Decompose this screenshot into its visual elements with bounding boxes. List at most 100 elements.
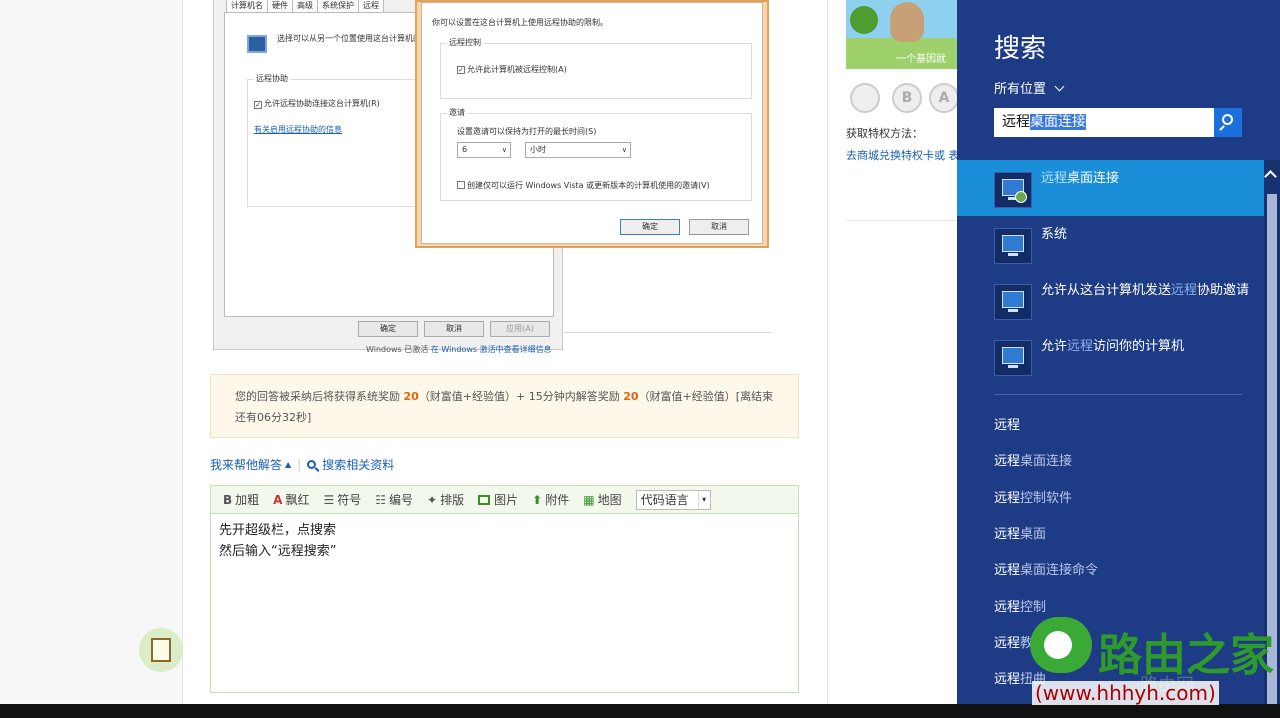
attach-label: 附件 <box>545 493 570 507</box>
answer-link[interactable]: 我来帮他解答 <box>210 456 282 473</box>
notice-text-3: （财富值+经验值）[离结束 <box>638 390 774 403</box>
shot-ok-button: 确定 <box>358 321 418 337</box>
allow-ra-row: ✓ 允许远程协助连接这台计算机(R) <box>254 98 380 109</box>
promo-banner[interactable]: 一个基因就 <box>846 0 958 69</box>
scroll-up-icon[interactable] <box>1264 170 1277 183</box>
numbered-list-icon: ☷ <box>375 492 387 507</box>
search-scope-dropdown[interactable]: 所有位置 <box>994 78 1065 97</box>
divider <box>994 394 1242 395</box>
checkmark-icon: ✓ <box>254 101 262 109</box>
duration-number-value: 6 <box>462 145 468 154</box>
result-allow-send-invite[interactable]: 允许从这台计算机发送远程协助邀请 <box>957 272 1264 328</box>
magic-wand-icon: ✦ <box>427 492 438 507</box>
remote-control-title: 远程控制 <box>447 37 483 48</box>
activation-caption: Windows 已激活 在 Windows 激活中查看详细信息 <box>366 344 552 355</box>
result-system[interactable]: 系统 <box>957 216 1264 272</box>
red-text-button[interactable]: A 飘红 <box>273 491 309 508</box>
search-icon <box>1222 114 1233 125</box>
computer-icon <box>247 35 267 53</box>
suggestion-item[interactable]: 远程控制软件 <box>994 487 1072 506</box>
caret-up-icon[interactable]: ▲ <box>285 460 291 469</box>
font-color-icon: A <box>273 492 283 507</box>
notice-text-1: 您的回答被采纳后将获得系统奖励 <box>235 390 404 403</box>
bold-label: 加粗 <box>235 493 260 507</box>
map-icon: ▦ <box>583 492 595 507</box>
suggestion-item[interactable]: 远程控制 <box>994 596 1046 615</box>
remote-intro-text: 选择可以从另一个位置使用这台计算机的 <box>277 34 421 43</box>
upload-icon: ⬆ <box>532 492 543 507</box>
search-charm: 搜索 所有位置 远程桌面连接 远程桌面连接 系统 允许从这台计算机发送远程协助邀… <box>957 0 1280 718</box>
suggestion-item[interactable]: 远程桌面连接 <box>994 450 1072 469</box>
tab-system-protection: 系统保护 <box>317 0 359 12</box>
privilege-badge-b: B <box>892 83 922 113</box>
notice-countdown: 还有06分32秒] <box>235 411 312 424</box>
query-selected-text: 桌面连接 <box>1030 114 1086 130</box>
attach-button[interactable]: ⬆ 附件 <box>532 491 569 508</box>
tab-remote: 远程 <box>358 0 384 12</box>
result-label: 允许远程访问你的计算机 <box>1041 339 1185 354</box>
allow-ra-label: 允许远程协助连接这台计算机(R) <box>264 99 380 108</box>
tree-shape <box>850 6 878 34</box>
chevron-down-icon: ∨ <box>621 146 627 154</box>
notepad-icon[interactable] <box>139 628 183 672</box>
number-button[interactable]: ☷ 编号 <box>375 491 413 508</box>
tab-advanced: 高级 <box>292 0 318 12</box>
invitation-title: 邀请 <box>447 107 467 118</box>
search-icon <box>307 459 317 469</box>
paper-shape <box>151 638 171 662</box>
tab-computer-name: 计算机名 <box>226 0 268 12</box>
left-gutter <box>0 0 182 704</box>
search-input[interactable]: 远程桌面连接 <box>994 108 1214 137</box>
privilege-shop-link[interactable]: 去商城兑换特权卡或 表 <box>846 147 960 163</box>
result-label: 允许从这台计算机发送远程协助邀请 <box>1041 283 1250 298</box>
vista-invite-row: 创建仅可以运行 Windows Vista 或更新版本的计算机使用的邀请(V) <box>457 180 710 191</box>
code-language-select[interactable]: 代码语言 ▾ <box>635 489 711 510</box>
bold-button[interactable]: B 加粗 <box>223 491 259 508</box>
checkmark-icon: ✓ <box>457 66 465 74</box>
image-button[interactable]: 图片 <box>478 491 518 508</box>
suggestion-item[interactable]: 远程 <box>994 414 1020 433</box>
result-label: 远程桌面连接 <box>1041 171 1120 186</box>
map-label: 地图 <box>597 493 622 507</box>
duration-unit-select: 小时 ∨ <box>525 142 631 158</box>
symbol-label: 符号 <box>337 493 362 507</box>
dialog-cancel-button: 取消 <box>689 219 749 235</box>
ra-settings-body: 你可以设置在这台计算机上使用远程协助的限制。 远程控制 ✓ 允许此计算机被远程控制… <box>421 2 763 244</box>
search-scope-label: 所有位置 <box>994 82 1047 97</box>
suggestion-item[interactable]: 远程教 <box>994 632 1033 651</box>
watermark: 路由之家 路由网 (www.hhhyh.com) <box>1030 617 1280 718</box>
shot-cancel-button: 取消 <box>424 321 484 337</box>
right-column-border <box>827 0 828 704</box>
result-label: 系统 <box>1041 227 1068 242</box>
image-label: 图片 <box>494 493 519 507</box>
editor-text-area[interactable]: 先开超级栏，点搜索 然后输入“远程搜索” <box>211 514 798 568</box>
ra-info-link: 有关启用远程协助的信息 <box>254 125 342 134</box>
result-remote-desktop[interactable]: 远程桌面连接 <box>957 160 1264 216</box>
divider <box>562 332 772 333</box>
dropdown-arrow-icon: ▾ <box>697 490 710 509</box>
map-button[interactable]: ▦ 地图 <box>583 491 621 508</box>
separator: | <box>297 457 302 471</box>
activation-text: Windows 已激活 <box>366 345 429 354</box>
query-text: 远程 <box>1002 114 1030 130</box>
search-related-link[interactable]: 搜索相关资料 <box>322 456 394 473</box>
notice-text-2: （财富值+经验值）+ 15分钟内解答奖励 <box>418 390 624 403</box>
embedded-screenshot-ra-settings: 你可以设置在这台计算机上使用远程协助的限制。 远程控制 ✓ 允许此计算机被远程控制… <box>415 0 769 248</box>
image-icon <box>478 494 491 505</box>
help-bar: 我来帮他解答 ▲ | 搜索相关资料 <box>210 456 394 472</box>
result-allow-remote-access[interactable]: 允许远程访问你的计算机 <box>957 328 1264 384</box>
answer-editor: B 加粗 A 飘红 ☰ 符号 ☷ 编号 ✦ 排版 图片 ⬆ 附件 ▦ 地图 代码语言 ▾ 先开超… <box>210 485 799 693</box>
suggestion-item[interactable]: 远程桌面 <box>994 523 1046 542</box>
tab-hardware: 硬件 <box>267 0 293 12</box>
dialog-ok-button: 确定 <box>620 219 680 235</box>
duration-number-select: 6 ∨ <box>457 142 511 158</box>
suggestion-item[interactable]: 远程桌面连接命令 <box>994 559 1098 578</box>
remote-control-group: 远程控制 ✓ 允许此计算机被远程控制(A) <box>440 37 752 99</box>
search-button[interactable] <box>1214 108 1242 137</box>
layout-button[interactable]: ✦ 排版 <box>427 491 464 508</box>
bold-icon: B <box>223 492 233 507</box>
activation-link: 在 Windows 激活中查看详细信息 <box>430 345 552 354</box>
chevron-down-icon: ∨ <box>501 146 507 154</box>
chevron-down-icon <box>1054 81 1065 92</box>
symbol-button[interactable]: ☰ 符号 <box>323 491 361 508</box>
